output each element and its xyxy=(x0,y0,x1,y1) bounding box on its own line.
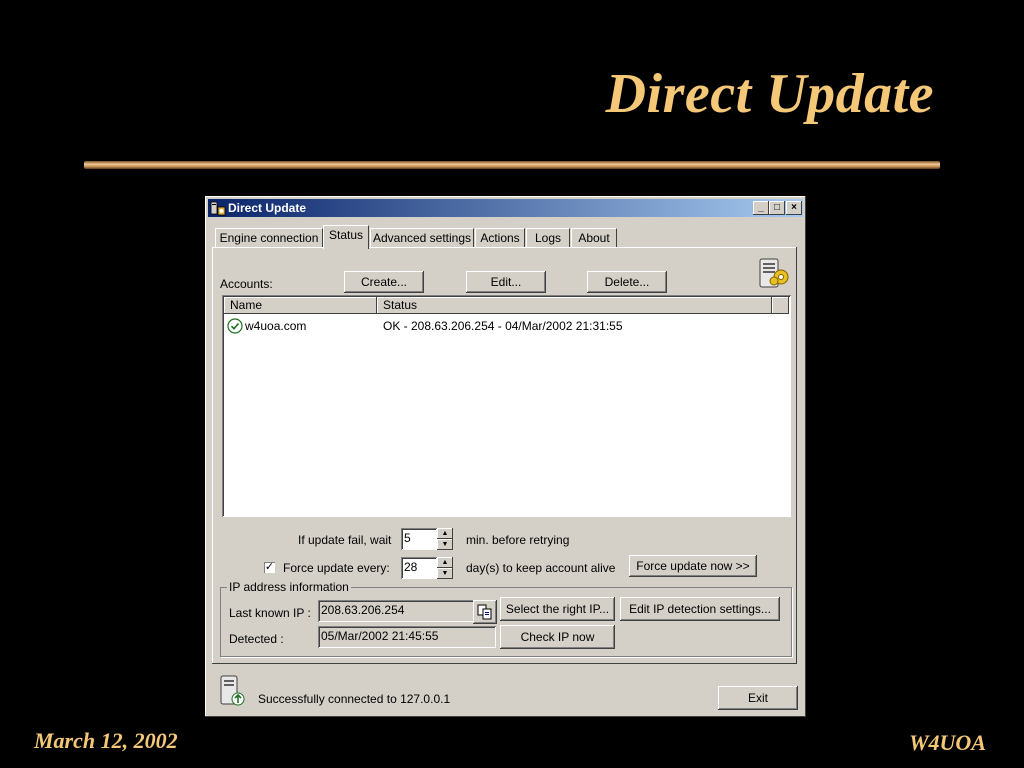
force-update-checkbox[interactable]: ✓ xyxy=(264,562,275,573)
force-update-label: Force update every: xyxy=(283,561,390,575)
account-status: OK - 208.63.206.254 - 04/Mar/2002 21:31:… xyxy=(383,319,623,333)
column-header-filler xyxy=(772,297,789,314)
tab-engine-connection[interactable]: Engine connection xyxy=(215,228,323,248)
slide-title: Direct Update xyxy=(605,63,934,125)
force-days-spinner[interactable]: ▲ ▼ xyxy=(437,557,453,579)
check-ip-now-button[interactable]: Check IP now xyxy=(500,625,615,649)
server-gear-icon xyxy=(759,258,789,288)
status-message: Successfully connected to 127.0.0.1 xyxy=(258,692,451,706)
ip-info-group: IP address information Last known IP : 2… xyxy=(220,580,792,657)
maximize-button[interactable]: □ xyxy=(769,201,785,215)
tab-status[interactable]: Status xyxy=(323,225,369,249)
force-days-suffix: day(s) to keep account alive xyxy=(466,561,616,575)
force-update-now-button[interactable]: Force update now >> xyxy=(629,555,757,577)
edit-account-button[interactable]: Edit... xyxy=(466,271,546,293)
force-days-input[interactable]: 28 xyxy=(401,557,437,579)
detected-field[interactable]: 05/Mar/2002 21:45:55 xyxy=(318,626,496,648)
tab-advanced-settings[interactable]: Advanced settings xyxy=(370,228,474,248)
ip-info-title: IP address information xyxy=(227,580,351,594)
spin-up-icon[interactable]: ▲ xyxy=(437,528,453,539)
create-account-button[interactable]: Create... xyxy=(344,271,424,293)
list-item[interactable]: w4uoa.com OK - 208.63.206.254 - 04/Mar/2… xyxy=(226,317,786,335)
retry-spinner[interactable]: ▲ ▼ xyxy=(437,528,453,550)
copy-icon xyxy=(477,604,492,620)
accounts-list[interactable]: Name Status w4uoa.com OK - 208.63.206.25… xyxy=(222,295,791,517)
retry-wait-input[interactable]: 5 xyxy=(401,528,437,550)
edit-ip-detection-button[interactable]: Edit IP detection settings... xyxy=(620,597,780,621)
copy-ip-button[interactable] xyxy=(473,600,497,624)
footer-callsign: W4UOA xyxy=(908,730,986,755)
last-known-ip-label: Last known IP : xyxy=(229,606,311,620)
window-titlebar[interactable]: Direct Update _ □ × xyxy=(208,199,803,217)
delete-account-button[interactable]: Delete... xyxy=(587,271,667,293)
tab-logs[interactable]: Logs xyxy=(526,228,570,248)
tab-actions[interactable]: Actions xyxy=(475,228,525,248)
direct-update-window: Direct Update _ □ × Engine connection St… xyxy=(205,196,806,717)
select-right-ip-button[interactable]: Select the right IP... xyxy=(500,597,615,621)
spin-down-icon[interactable]: ▼ xyxy=(437,568,453,579)
spin-down-icon[interactable]: ▼ xyxy=(437,539,453,550)
column-header-name[interactable]: Name xyxy=(224,297,377,314)
minimize-button[interactable]: _ xyxy=(753,201,769,215)
app-icon xyxy=(210,201,226,216)
column-header-status[interactable]: Status xyxy=(377,297,772,314)
status-panel: Accounts: Create... Edit... Delete... Na… xyxy=(212,247,797,664)
close-button[interactable]: × xyxy=(786,201,802,215)
window-title: Direct Update xyxy=(228,201,307,215)
tab-about[interactable]: About xyxy=(571,228,617,248)
footer-date: March 12, 2002 xyxy=(34,728,178,753)
title-divider xyxy=(84,161,940,169)
account-name: w4uoa.com xyxy=(245,319,307,333)
last-known-ip-field[interactable]: 208.63.206.254 xyxy=(318,600,496,622)
check-circle-icon xyxy=(227,318,243,334)
retry-suffix: min. before retrying xyxy=(466,533,570,547)
accounts-label: Accounts: xyxy=(220,277,273,291)
exit-button[interactable]: Exit xyxy=(718,686,798,710)
server-status-icon xyxy=(220,675,245,706)
detected-label: Detected : xyxy=(229,632,284,646)
spin-up-icon[interactable]: ▲ xyxy=(437,557,453,568)
retry-label: If update fail, wait xyxy=(298,533,392,547)
